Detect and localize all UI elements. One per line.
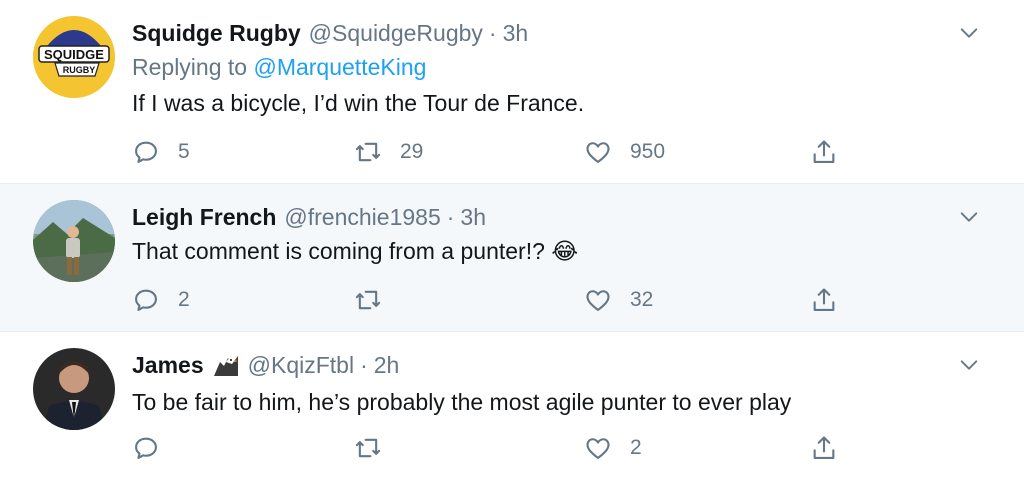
avatar-logo-text-bottom: RUGBY xyxy=(63,65,96,75)
like-count: 2 xyxy=(630,436,642,459)
share-button[interactable] xyxy=(810,285,838,315)
tweet-text: If I was a bicycle, I’d win the Tour de … xyxy=(132,90,585,116)
tears-of-joy-emoji: 😂 xyxy=(551,238,579,264)
display-name[interactable]: James xyxy=(132,352,204,379)
reply-icon xyxy=(135,437,157,459)
tweet-header: Squidge Rugby @SquidgeRugby · 3h xyxy=(132,18,528,48)
tweet-actions: 5 29 950 xyxy=(132,137,852,167)
display-name[interactable]: Squidge Rugby xyxy=(132,20,301,47)
like-button[interactable]: 950 xyxy=(584,137,665,167)
retweet-button[interactable] xyxy=(354,433,400,463)
avatar[interactable] xyxy=(33,348,115,430)
tweet-text: To be fair to him, he’s probably the mos… xyxy=(132,389,792,415)
tweet-actions: 2 32 xyxy=(132,285,852,315)
tweet-james[interactable]: James @KqizFtbl · 2h To be fair to him, … xyxy=(0,331,1024,479)
chevron-down-icon[interactable] xyxy=(958,354,980,376)
user-handle[interactable]: @frenchie1985 xyxy=(284,204,440,231)
mention-link[interactable]: @MarquetteKing xyxy=(253,54,426,80)
reply-icon xyxy=(135,289,157,311)
share-icon xyxy=(813,140,835,163)
reply-button[interactable] xyxy=(132,433,178,463)
avatar-logo-text-top: SQUIDGE xyxy=(44,47,104,62)
display-name[interactable]: Leigh French xyxy=(132,204,276,231)
separator-dot: · xyxy=(446,203,455,230)
avatar[interactable]: SQUIDGE RUGBY xyxy=(33,16,115,98)
user-handle[interactable]: @KqizFtbl xyxy=(248,352,354,379)
reply-thread: SQUIDGE RUGBY Squidge Rugby @SquidgeRugb… xyxy=(0,0,1024,479)
tweet-leigh-french[interactable]: Leigh French @frenchie1985 · 3h That com… xyxy=(0,183,1024,331)
like-count: 32 xyxy=(630,288,654,311)
timestamp[interactable]: 2h xyxy=(374,352,400,379)
reply-count: 5 xyxy=(178,140,190,163)
share-button[interactable] xyxy=(810,433,838,463)
heart-icon xyxy=(586,142,610,163)
tweet-text-body: That comment is coming from a punter!? xyxy=(132,238,545,264)
tweet-actions: 2 xyxy=(132,433,852,463)
heart-icon xyxy=(586,290,610,311)
like-count: 950 xyxy=(630,140,666,163)
chevron-down-icon[interactable] xyxy=(958,22,980,44)
retweet-count: 29 xyxy=(400,140,424,163)
retweet-button[interactable] xyxy=(354,285,400,315)
retweet-icon xyxy=(355,290,381,310)
timestamp[interactable]: 3h xyxy=(503,20,529,47)
reply-button[interactable]: 5 xyxy=(132,137,190,167)
share-button[interactable] xyxy=(810,137,838,167)
reply-count: 2 xyxy=(178,288,190,311)
avatar[interactable] xyxy=(33,200,115,282)
user-handle[interactable]: @SquidgeRugby xyxy=(309,20,483,47)
heart-icon xyxy=(586,438,610,459)
replying-to: Replying to @MarquetteKing xyxy=(132,54,426,81)
share-icon xyxy=(813,288,835,311)
like-button[interactable]: 2 xyxy=(584,433,642,463)
tweet-text: That comment is coming from a punter!? 😂 xyxy=(132,238,578,265)
share-icon xyxy=(813,436,835,459)
retweet-icon xyxy=(355,438,381,458)
reply-button[interactable]: 2 xyxy=(132,285,190,315)
replying-prefix: Replying to xyxy=(132,54,248,80)
timestamp[interactable]: 3h xyxy=(460,204,486,231)
reply-icon xyxy=(135,141,157,163)
retweet-icon xyxy=(355,142,381,162)
tweet-squidge-rugby[interactable]: SQUIDGE RUGBY Squidge Rugby @SquidgeRugb… xyxy=(0,0,1024,183)
chevron-down-icon[interactable] xyxy=(958,206,980,228)
separator-dot: · xyxy=(360,351,368,378)
tweet-header: James @KqizFtbl · 2h xyxy=(132,350,399,380)
eagle-icon xyxy=(212,352,240,378)
like-button[interactable]: 32 xyxy=(584,285,653,315)
retweet-button[interactable]: 29 xyxy=(354,137,423,167)
tweet-header: Leigh French @frenchie1985 · 3h xyxy=(132,202,486,232)
separator-dot: · xyxy=(488,19,497,46)
